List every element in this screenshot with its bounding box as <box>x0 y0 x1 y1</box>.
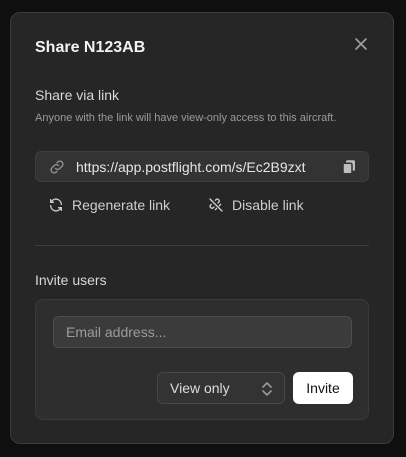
share-link-description: Anyone with the link will have view-only… <box>35 112 337 124</box>
permission-select[interactable]: View only <box>157 372 285 404</box>
invite-users-heading: Invite users <box>35 272 107 288</box>
section-divider <box>35 245 369 246</box>
regenerate-link-button[interactable]: Regenerate link <box>48 197 170 213</box>
regenerate-link-label: Regenerate link <box>72 197 171 213</box>
disable-link-button[interactable]: Disable link <box>208 197 304 213</box>
refresh-icon <box>50 198 62 212</box>
permission-select-value: View only <box>170 380 230 396</box>
dialog-title: Share N123AB <box>35 39 146 56</box>
link-icon <box>50 159 64 174</box>
disable-link-label: Disable link <box>232 197 304 213</box>
link-off-icon <box>209 198 223 212</box>
chevron-up-down-icon <box>262 382 272 396</box>
share-via-link-heading: Share via link <box>35 87 120 103</box>
share-link-url[interactable]: https://app.postflight.com/s/Ec2B9zxt <box>76 159 331 175</box>
share-dialog: Share N123AB Share via link Anyone with … <box>10 12 394 444</box>
share-link-field[interactable]: https://app.postflight.com/s/Ec2B9zxt <box>35 151 369 182</box>
invite-button[interactable]: Invite <box>293 372 353 404</box>
copy-icon[interactable] <box>340 158 358 176</box>
close-icon[interactable] <box>354 37 368 51</box>
email-input[interactable] <box>53 316 352 348</box>
invite-panel: View only Invite <box>35 299 369 420</box>
